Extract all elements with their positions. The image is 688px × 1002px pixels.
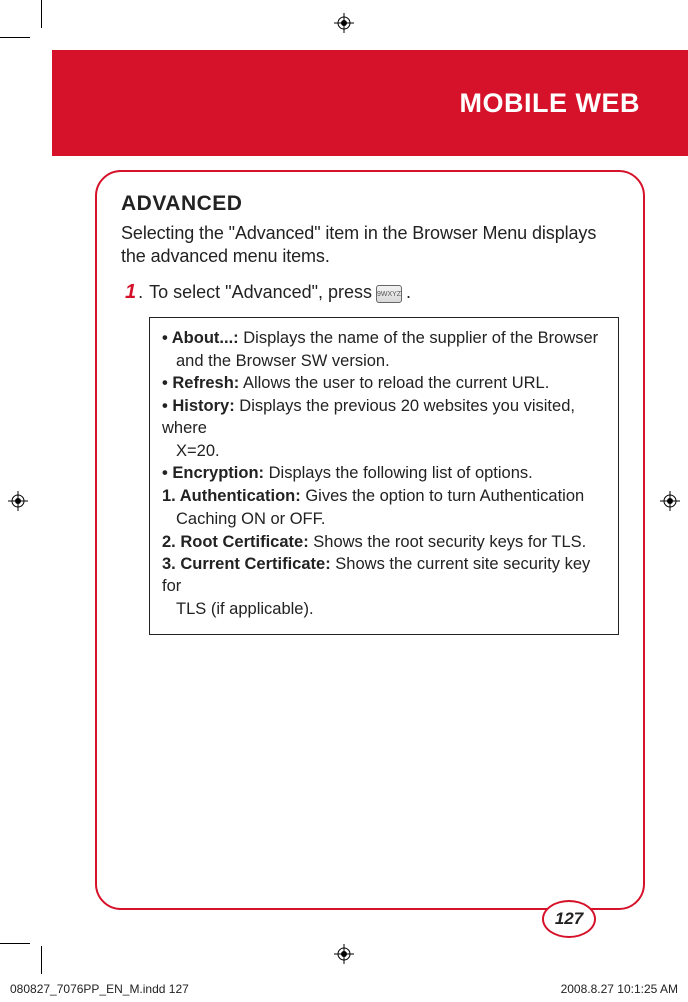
- registration-mark-icon: [334, 13, 354, 33]
- option-history-cont: X=20.: [162, 441, 606, 463]
- option-text: Shows the root security keys for TLS.: [309, 533, 587, 551]
- crop-mark: [0, 37, 30, 38]
- registration-mark-icon: [8, 491, 28, 511]
- option-text: Displays the following list of options.: [264, 464, 533, 482]
- option-text: Allows the user to reload the current UR…: [239, 374, 549, 392]
- option-text: Gives the option to turn Authentication: [301, 487, 584, 505]
- print-footer: 080827_7076PP_EN_M.indd 127 2008.8.27 10…: [0, 982, 688, 996]
- option-lead: 1. Authentication:: [162, 487, 301, 505]
- option-auth-cont: Caching ON or OFF.: [162, 509, 606, 531]
- registration-mark-icon: [334, 944, 354, 964]
- option-lead: • Refresh:: [162, 374, 239, 392]
- step-after: .: [406, 281, 411, 304]
- crop-mark: [41, 946, 42, 974]
- crop-mark: [41, 0, 42, 28]
- option-lead: 3. Current Certificate:: [162, 555, 331, 573]
- footer-timestamp: 2008.8.27 10:1:25 AM: [561, 982, 678, 996]
- option-lead: • Encryption:: [162, 464, 264, 482]
- option-auth: 1. Authentication: Gives the option to t…: [162, 486, 606, 508]
- keypad-9-icon: 9WXYZ: [376, 285, 402, 303]
- step-dot: .: [138, 281, 143, 304]
- option-history: • History: Displays the previous 20 webs…: [162, 396, 606, 440]
- step-1: 1 . To select "Advanced", press 9WXYZ .: [121, 279, 619, 305]
- option-lead: 2. Root Certificate:: [162, 533, 309, 551]
- option-lead: • About...:: [162, 329, 239, 347]
- option-encryption: • Encryption: Displays the following lis…: [162, 463, 606, 485]
- step-before: To select "Advanced", press: [149, 281, 372, 304]
- option-current-cont: TLS (if applicable).: [162, 599, 606, 621]
- step-text: To select "Advanced", press 9WXYZ .: [149, 281, 411, 304]
- options-box: • About...: Displays the name of the sup…: [149, 317, 619, 635]
- option-text: Displays the name of the supplier of the…: [239, 329, 599, 347]
- option-refresh: • Refresh: Allows the user to reload the…: [162, 373, 606, 395]
- option-current: 3. Current Certificate: Shows the curren…: [162, 554, 606, 598]
- footer-file: 080827_7076PP_EN_M.indd 127: [10, 982, 189, 996]
- step-number: 1: [125, 279, 136, 305]
- intro-text: Selecting the "Advanced" item in the Bro…: [121, 222, 619, 269]
- page-title: MOBILE WEB: [460, 88, 641, 119]
- option-lead: • History:: [162, 397, 235, 415]
- page-number-badge: 127: [542, 900, 596, 938]
- content-card: ADVANCED Selecting the "Advanced" item i…: [95, 170, 645, 910]
- option-about-cont: and the Browser SW version.: [162, 351, 606, 373]
- header-banner: MOBILE WEB: [52, 50, 688, 156]
- crop-mark: [0, 943, 30, 944]
- option-about: • About...: Displays the name of the sup…: [162, 328, 606, 350]
- section-heading: ADVANCED: [121, 192, 619, 216]
- registration-mark-icon: [660, 491, 680, 511]
- option-root: 2. Root Certificate: Shows the root secu…: [162, 532, 606, 554]
